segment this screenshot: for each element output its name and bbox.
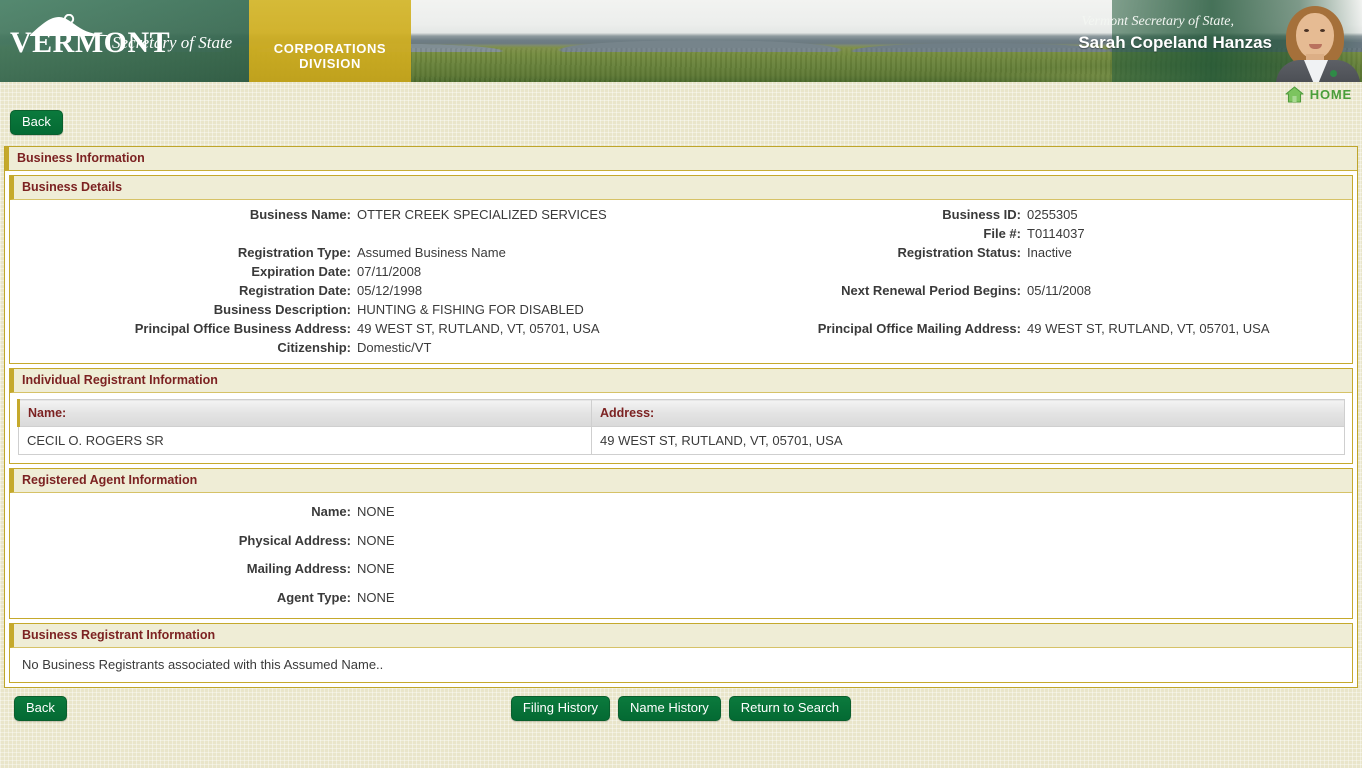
field-label: Next Renewal Period Begins: bbox=[841, 283, 1021, 298]
portrait-face bbox=[1296, 13, 1334, 59]
field-value: 05/12/1998 bbox=[357, 283, 423, 298]
field-value: 05/11/2008 bbox=[1027, 283, 1092, 298]
detail-row: Registration Type: Assumed Business Name bbox=[10, 243, 815, 262]
registered-agent-panel: Registered Agent Information Name: NONE P… bbox=[9, 468, 1353, 619]
detail-row: Business Name: OTTER CREEK SPECIALIZED SE… bbox=[10, 205, 815, 224]
detail-row: Business Description: HUNTING & FISHING F… bbox=[10, 300, 815, 319]
detail-row: Expiration Date: 07/11/2008 bbox=[10, 262, 815, 281]
detail-row: Name: NONE bbox=[10, 498, 815, 527]
top-toolbar: Back bbox=[0, 108, 1362, 142]
field-label: Citizenship: bbox=[277, 340, 351, 355]
field-label: Business Description: bbox=[213, 302, 351, 317]
field-label: Principal Office Mailing Address: bbox=[817, 321, 1021, 336]
field-value: Inactive bbox=[1027, 245, 1072, 260]
business-information-panel: Business Information Business Details Bu… bbox=[4, 146, 1358, 688]
bottom-toolbar: Back Filing History Name History Return … bbox=[0, 688, 1362, 744]
secretary-portrait bbox=[1272, 0, 1362, 82]
detail-row: Registration Status: Inactive bbox=[815, 243, 1352, 262]
field-value: Domestic/VT bbox=[357, 340, 432, 355]
business-registrant-panel: Business Registrant Information No Busin… bbox=[9, 623, 1353, 683]
field-label: Registration Date: bbox=[239, 283, 351, 298]
registered-agent-body: Name: NONE Physical Address: NONE Mailing … bbox=[10, 493, 1352, 618]
detail-row: Mailing Address: NONE bbox=[10, 555, 815, 584]
portrait-eye-right bbox=[1320, 29, 1325, 32]
cell-registrant-address: 49 WEST ST, RUTLAND, VT, 05701, USA bbox=[591, 426, 1345, 455]
business-details-left-column: Business Name: OTTER CREEK SPECIALIZED SE… bbox=[10, 205, 815, 357]
detail-row: Principal Office Business Address: 49 WES… bbox=[10, 319, 815, 338]
field-label: Agent Type: bbox=[276, 589, 351, 605]
field-value: 49 WEST ST, RUTLAND, VT, 05701, USA bbox=[357, 321, 600, 336]
home-link[interactable]: HOME bbox=[1285, 86, 1352, 103]
field-label: Registration Status: bbox=[897, 245, 1021, 260]
field-label: File #: bbox=[983, 226, 1021, 241]
return-to-search-button[interactable]: Return to Search bbox=[728, 696, 852, 721]
detail-row: Physical Address: NONE bbox=[10, 527, 815, 556]
home-house-icon bbox=[1285, 86, 1304, 103]
sos-title-line: Vermont Secretary of State, bbox=[1081, 14, 1234, 29]
business-details-body: Business Name: OTTER CREEK SPECIALIZED SE… bbox=[10, 200, 1352, 363]
field-value: OTTER CREEK SPECIALIZED SERVICES bbox=[357, 207, 607, 222]
secretary-of-state-tagline: Secretary of State bbox=[112, 33, 233, 52]
field-value: 0255305 bbox=[1027, 207, 1078, 222]
field-label: Business ID: bbox=[942, 207, 1021, 222]
back-button-top[interactable]: Back bbox=[10, 110, 63, 135]
detail-row: Principal Office Mailing Address: 49 WEST… bbox=[815, 319, 1352, 338]
detail-row-spacer bbox=[815, 338, 1352, 357]
field-value: HUNTING & FISHING FOR DISABLED bbox=[357, 302, 584, 317]
detail-row: Registration Date: 05/12/1998 bbox=[10, 281, 815, 300]
field-label: Physical Address: bbox=[238, 532, 351, 548]
detail-row-spacer bbox=[10, 224, 815, 243]
portrait-lapel-pin bbox=[1330, 70, 1337, 77]
home-bar: HOME bbox=[0, 82, 1362, 108]
registered-agent-title: Registered Agent Information bbox=[10, 469, 1352, 493]
corporations-division-label: CORPORATIONS DIVISION bbox=[273, 41, 387, 71]
detail-row: Citizenship: Domestic/VT bbox=[10, 338, 815, 357]
field-label: Expiration Date: bbox=[251, 264, 351, 279]
business-details-panel: Business Details Business Name: OTTER CRE… bbox=[9, 175, 1353, 364]
individual-registrant-panel: Individual Registrant Information Name: … bbox=[9, 368, 1353, 464]
detail-row: File #: T0114037 bbox=[815, 224, 1352, 243]
detail-row: Business ID: 0255305 bbox=[815, 205, 1352, 224]
field-label: Registration Type: bbox=[237, 245, 351, 260]
column-header-address: Address: bbox=[591, 399, 1345, 427]
portrait-eye-left bbox=[1304, 29, 1309, 32]
table-header-row: Name: Address: bbox=[17, 399, 1345, 427]
registered-agent-fields: Name: NONE Physical Address: NONE Mailing … bbox=[10, 498, 815, 612]
filing-history-button[interactable]: Filing History bbox=[510, 696, 611, 721]
field-label: Principal Office Business Address: bbox=[134, 321, 351, 336]
field-value: 07/11/2008 bbox=[357, 264, 422, 279]
column-header-name: Name: bbox=[17, 399, 592, 427]
field-value: NONE bbox=[357, 589, 395, 605]
site-banner: VERMONT Secretary of State CORPORATIONS … bbox=[0, 0, 1362, 82]
field-value: 49 WEST ST, RUTLAND, VT, 05701, USA bbox=[1027, 321, 1270, 336]
table-row: CECIL O. ROGERS SR 49 WEST ST, RUTLAND, … bbox=[18, 426, 1345, 455]
detail-row-spacer bbox=[815, 262, 1352, 281]
field-value: Assumed Business Name bbox=[357, 245, 506, 260]
sos-name-line: Sarah Copeland Hanzas bbox=[1078, 33, 1272, 52]
field-label: Business Name: bbox=[249, 207, 351, 222]
business-information-title: Business Information bbox=[5, 147, 1357, 171]
business-details-title: Business Details bbox=[10, 176, 1352, 200]
individual-registrant-title: Individual Registrant Information bbox=[10, 369, 1352, 393]
field-label: Mailing Address: bbox=[246, 561, 351, 576]
business-registrant-title: Business Registrant Information bbox=[10, 624, 1352, 648]
business-details-right-column: Business ID: 0255305 File #: T0114037 Regi… bbox=[815, 205, 1352, 357]
bottom-center-actions: Filing History Name History Return to Se… bbox=[0, 696, 1362, 721]
name-history-button[interactable]: Name History bbox=[618, 696, 721, 721]
field-value: NONE bbox=[357, 504, 395, 519]
field-value: T0114037 bbox=[1027, 226, 1085, 241]
field-value: NONE bbox=[357, 532, 395, 548]
detail-row-spacer bbox=[815, 300, 1352, 319]
home-label: HOME bbox=[1309, 87, 1352, 102]
field-label: Name: bbox=[311, 504, 351, 519]
field-value: NONE bbox=[357, 561, 395, 576]
cell-registrant-name: CECIL O. ROGERS SR bbox=[18, 426, 592, 455]
detail-row: Agent Type: NONE bbox=[10, 584, 815, 613]
business-registrant-empty-message: No Business Registrants associated with … bbox=[22, 657, 384, 672]
individual-registrant-table: Name: Address: CECIL O. ROGERS SR 49 WES… bbox=[17, 399, 1345, 455]
detail-row: Next Renewal Period Begins: 05/11/2008 bbox=[815, 281, 1352, 300]
